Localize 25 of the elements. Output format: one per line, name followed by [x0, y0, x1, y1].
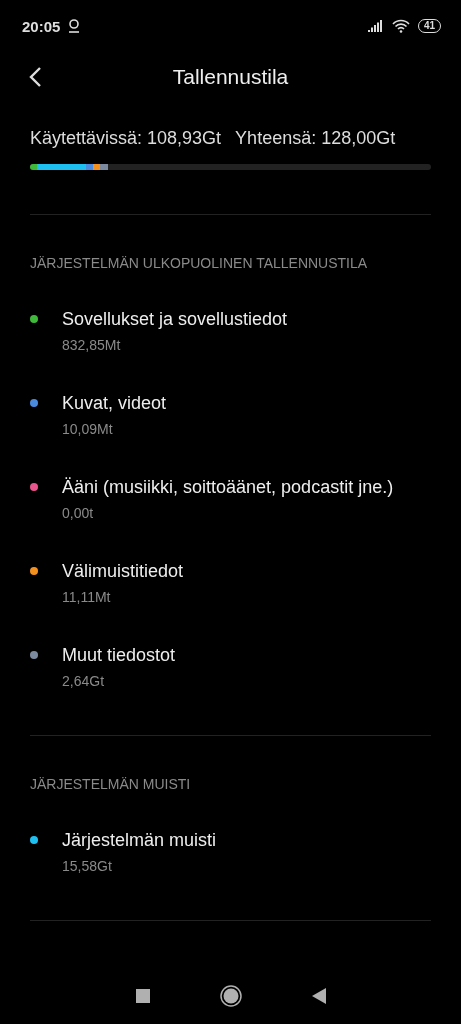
category-label[interactable]: Ääni (musiikki, soittoäänet, podcastit jne.) — [62, 475, 394, 499]
category-label[interactable]: Sovellukset ja sovellustiedot — [62, 307, 288, 331]
category-label[interactable]: Järjestelmän muisti — [62, 828, 217, 852]
section-title: JÄRJESTELMÄN MUISTI — [29, 775, 192, 794]
category-size: 832,85Mt — [62, 337, 122, 353]
available-storage: Käytettävissä: 108,93Gt — [30, 128, 222, 149]
back-button[interactable] — [28, 66, 42, 88]
total-storage: Yhteensä: 128,00Gt — [235, 128, 396, 149]
home-button[interactable] — [219, 985, 242, 1007]
location-icon — [68, 19, 81, 33]
status-time: 20:05 — [22, 17, 61, 35]
section-title: JÄRJESTELMÄN ULKOPUOLINEN TALLENNUSTILA — [29, 254, 369, 273]
back-nav-button[interactable] — [311, 988, 326, 1004]
category-label[interactable]: Välimuistitiedot — [62, 559, 184, 583]
category-size: 15,58Gt — [62, 858, 113, 874]
category-size: 2,64Gt — [62, 673, 106, 689]
wifi-icon — [391, 19, 410, 33]
page-title: Tallennustila — [172, 65, 289, 89]
recents-button[interactable] — [135, 989, 150, 1003]
signal-icon — [367, 20, 384, 32]
category-label[interactable]: Muut tiedostot — [62, 643, 176, 667]
category-size: 11,11Mt — [62, 589, 112, 605]
category-label[interactable]: Kuvat, videot — [62, 391, 167, 415]
category-size: 0,00t — [62, 505, 95, 521]
category-size: 10,09Mt — [62, 421, 114, 437]
